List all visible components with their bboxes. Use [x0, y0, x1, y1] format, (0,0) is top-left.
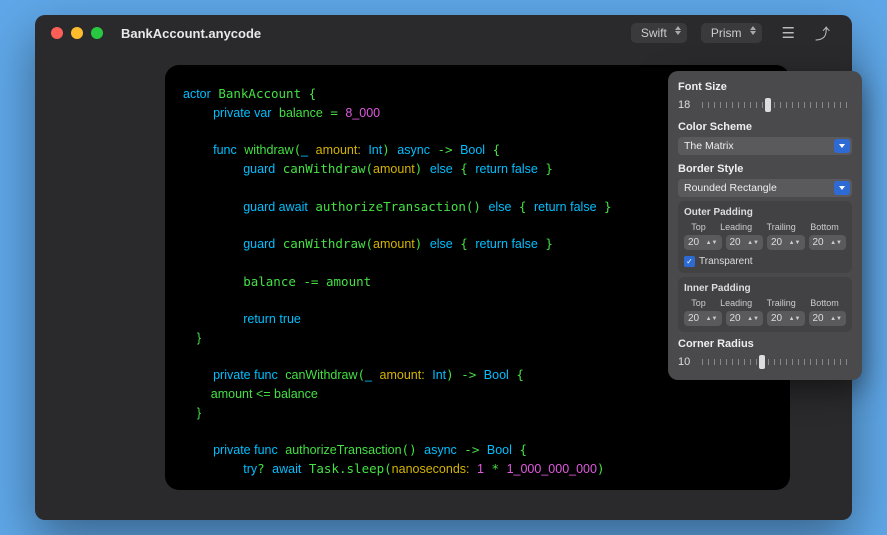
inner-trailing-stepper[interactable]: 20▲▼ — [767, 311, 805, 326]
outer-padding-group: Outer Padding TopLeadingTrailingBottom 2… — [678, 201, 852, 273]
traffic-lights — [51, 27, 103, 39]
font-size-slider[interactable] — [702, 97, 852, 113]
font-size-value: 18 — [678, 99, 696, 111]
border-style-label: Border Style — [678, 163, 852, 175]
outer-leading-stepper[interactable]: 20▲▼ — [726, 235, 764, 250]
settings-panel: Font Size 18 Color Scheme The Matrix Bor… — [668, 71, 862, 380]
inner-top-stepper[interactable]: 20▲▼ — [684, 311, 722, 326]
app-window: BankAccount.anycode Swift Prism ☰ ⤴ acto… — [35, 15, 852, 520]
transparent-checkbox[interactable]: ✓Transparent — [684, 256, 846, 267]
window-title: BankAccount.anycode — [121, 26, 261, 41]
outer-trailing-stepper[interactable]: 20▲▼ — [767, 235, 805, 250]
color-scheme-select[interactable]: The Matrix — [678, 137, 852, 155]
chevron-down-icon — [834, 181, 850, 195]
chevron-down-icon — [834, 139, 850, 153]
check-icon: ✓ — [684, 256, 695, 267]
color-scheme-label: Color Scheme — [678, 121, 852, 133]
fullscreen-icon[interactable] — [91, 27, 103, 39]
corner-radius-slider[interactable] — [702, 354, 852, 370]
language-select[interactable]: Swift — [631, 23, 687, 43]
inner-padding-group: Inner Padding TopLeadingTrailingBottom 2… — [678, 277, 852, 332]
font-size-label: Font Size — [678, 81, 852, 93]
close-icon[interactable] — [51, 27, 63, 39]
minimize-icon[interactable] — [71, 27, 83, 39]
corner-radius-label: Corner Radius — [678, 338, 852, 350]
theme-select[interactable]: Prism — [701, 23, 762, 43]
corner-radius-value: 10 — [678, 356, 696, 368]
outer-top-stepper[interactable]: 20▲▼ — [684, 235, 722, 250]
share-icon[interactable]: ⤴ — [815, 23, 830, 44]
border-style-select[interactable]: Rounded Rectangle — [678, 179, 852, 197]
inner-leading-stepper[interactable]: 20▲▼ — [726, 311, 764, 326]
settings-icon[interactable]: ☰ — [782, 24, 795, 42]
titlebar: BankAccount.anycode Swift Prism ☰ ⤴ — [35, 15, 852, 51]
outer-bottom-stepper[interactable]: 20▲▼ — [809, 235, 847, 250]
inner-bottom-stepper[interactable]: 20▲▼ — [809, 311, 847, 326]
